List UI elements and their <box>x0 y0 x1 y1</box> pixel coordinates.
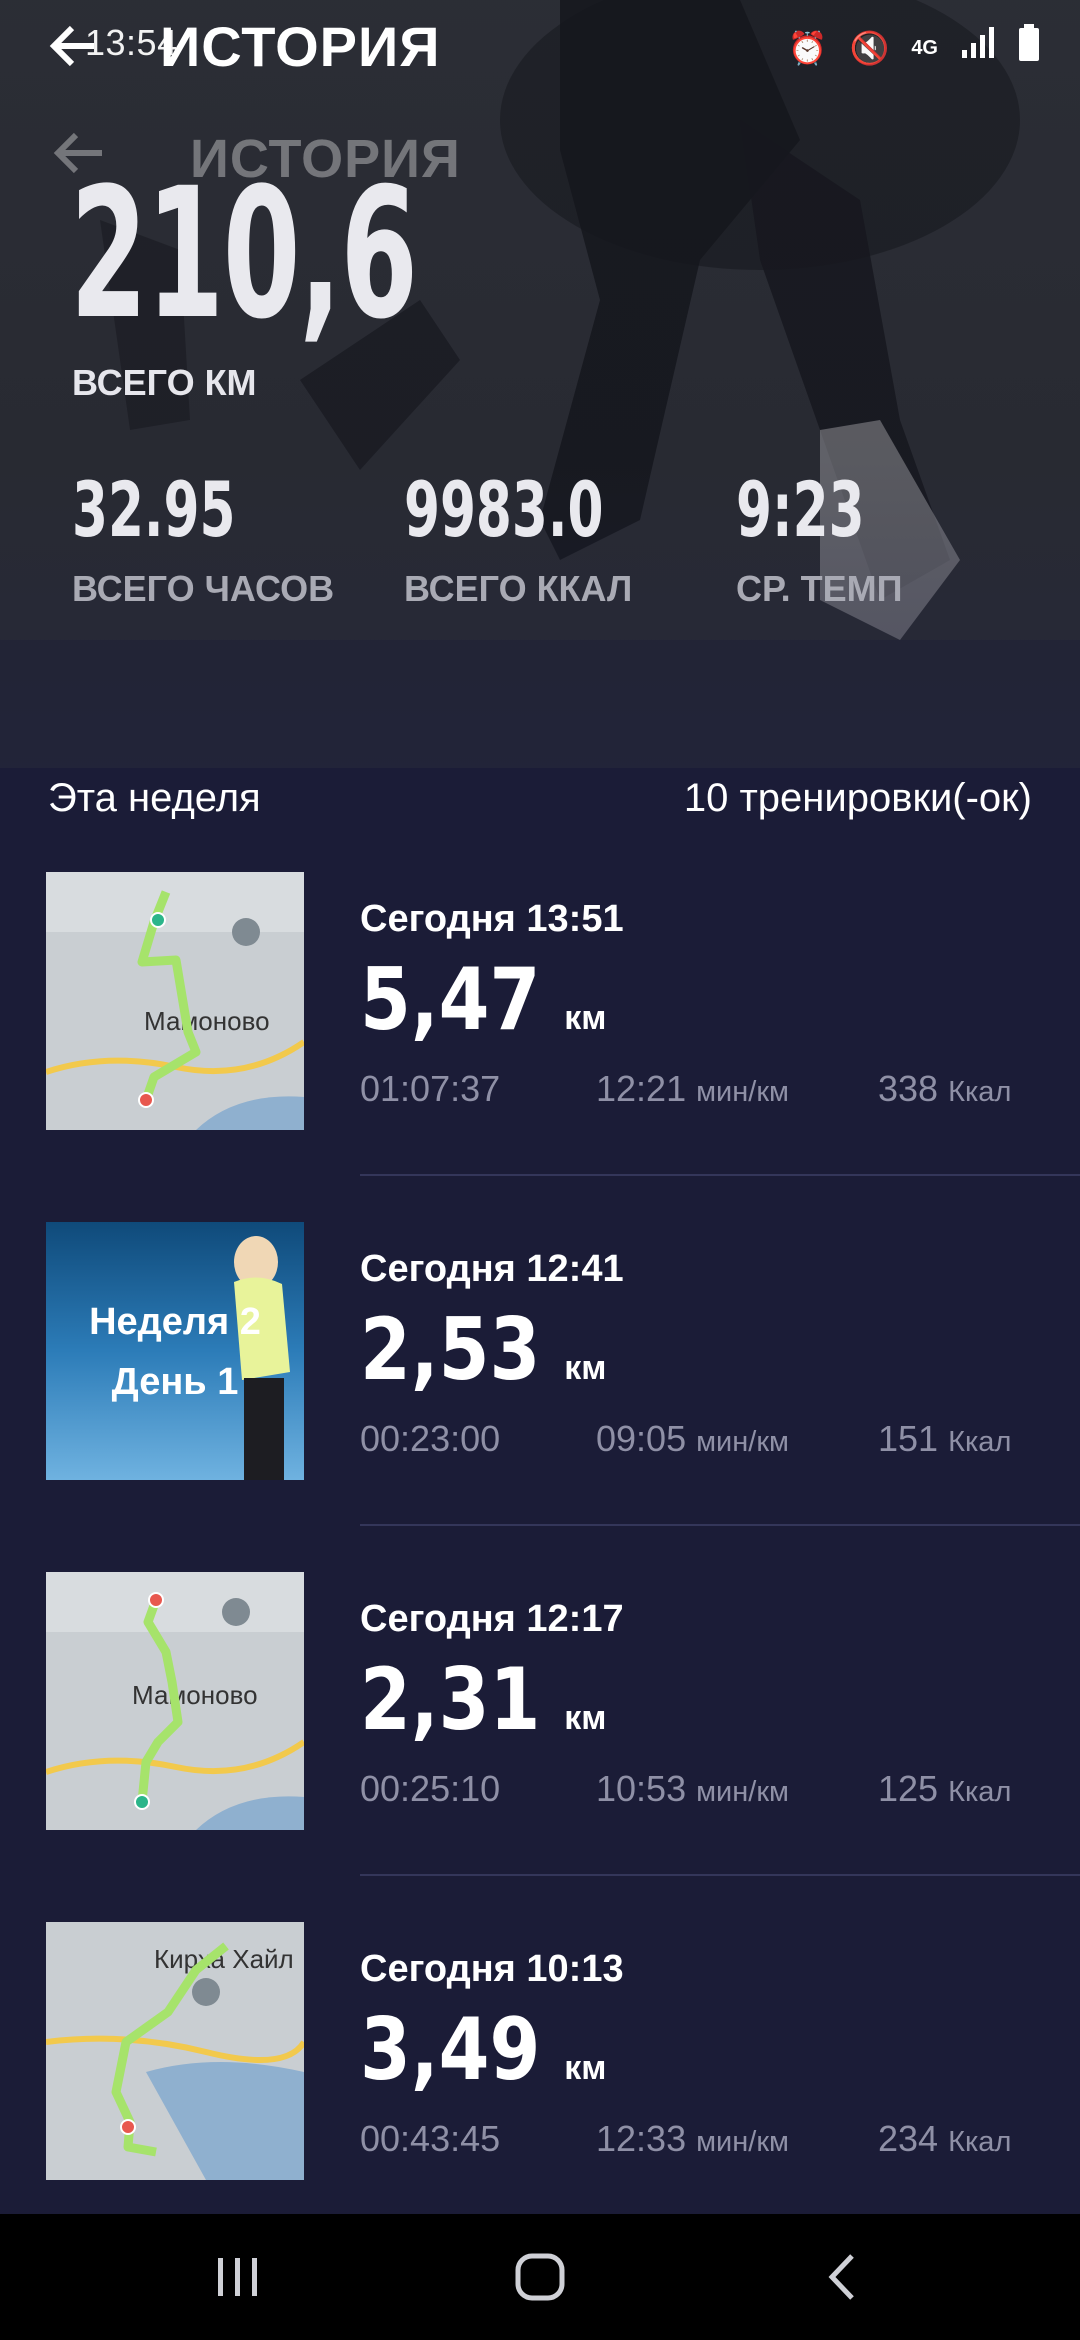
stat-value: 9983.0 <box>404 465 604 554</box>
workout-pace: 10:53 мин/км <box>596 1768 789 1810</box>
divider <box>360 1174 1080 1176</box>
pace-unit: мин/км <box>696 1426 789 1458</box>
plan-day: День 1 <box>111 1361 239 1403</box>
hero-banner: 13:54 ⏰ 🔇 4G ИСТОРИЯ ИСТОРИЯ 210,6 ВСЕГО… <box>0 0 1080 768</box>
calories-unit: Ккал <box>948 1776 1012 1808</box>
calories-unit: Ккал <box>948 1076 1012 1108</box>
4g-icon: 4G <box>911 36 938 59</box>
recent-apps-button[interactable] <box>198 2244 278 2310</box>
workout-date: Сегодня 12:41 <box>360 1248 624 1290</box>
workout-calories: 234 Ккал <box>878 2118 1011 2160</box>
calories-unit: Ккал <box>948 1426 1012 1458</box>
stat-label: ВСЕГО ККАЛ <box>404 568 633 609</box>
workout-distance: 2,31 км <box>360 1650 606 1750</box>
week-section-header: Эта неделя 10 тренировки(-ок) <box>0 768 1080 838</box>
distance-value: 2,31 <box>360 1650 541 1750</box>
plan-week: Неделя 2 <box>89 1301 261 1343</box>
alarm-icon: ⏰ <box>787 29 828 66</box>
workout-duration: 00:25:10 <box>360 1768 501 1809</box>
workout-date: Сегодня 12:17 <box>360 1598 624 1640</box>
distance-value: 5,47 <box>360 950 541 1050</box>
calories-value: 338 <box>878 1068 939 1109</box>
calories-value: 234 <box>878 2118 939 2159</box>
workout-calories: 151 Ккал <box>878 1418 1011 1460</box>
workout-date: Сегодня 10:13 <box>360 1948 624 1990</box>
workout-distance: 3,49 км <box>360 2000 606 2100</box>
battery-icon <box>1018 24 1040 71</box>
workout-count: 10 тренировки(-ок) <box>683 776 1032 820</box>
workout-date: Сегодня 13:51 <box>360 898 624 940</box>
route-map-thumbnail: Мамоново <box>46 872 304 1130</box>
pace-value: 10:53 <box>596 1768 687 1809</box>
calories-value: 125 <box>878 1768 939 1809</box>
workout-pace: 12:21 мин/км <box>596 1068 789 1110</box>
distance-value: 3,49 <box>360 2000 541 2100</box>
page-title: ИСТОРИЯ <box>160 15 441 78</box>
map-place-label: Мамоново <box>144 1006 270 1036</box>
week-title: Эта неделя <box>48 776 261 820</box>
workout-stats: 00:43:45 12:33 мин/км 234 Ккал <box>360 2118 1040 2168</box>
status-icons: ⏰ 🔇 4G <box>788 24 1040 71</box>
arrow-left-icon <box>49 25 94 67</box>
workout-pace: 09:05 мин/км <box>596 1418 789 1460</box>
workout-item[interactable]: Мамоново Сегодня 13:51 5,47 км 01:07:37 … <box>0 840 1080 1190</box>
pace-unit: мин/км <box>696 1076 789 1108</box>
calories-unit: Ккал <box>948 2126 1012 2158</box>
workout-item[interactable]: Мамоново Сегодня 12:17 2,31 км 00:25:10 … <box>0 1540 1080 1890</box>
workout-stats: 00:25:10 10:53 мин/км 125 Ккал <box>360 1768 1040 1818</box>
workout-calories: 125 Ккал <box>878 1768 1011 1810</box>
mute-icon: 🔇 <box>849 29 890 66</box>
stat-total-hours: 32.95 ВСЕГО ЧАСОВ <box>72 470 334 610</box>
pace-value: 09:05 <box>596 1418 687 1459</box>
distance-unit: км <box>564 1699 607 1737</box>
pace-value: 12:33 <box>596 2118 687 2159</box>
workout-distance: 2,53 км <box>360 1300 606 1400</box>
workout-stats: 01:07:37 12:21 мин/км 338 Ккал <box>360 1068 1040 1118</box>
home-button[interactable] <box>500 2244 580 2310</box>
workout-stats: 00:23:00 09:05 мин/км 151 Ккал <box>360 1418 1040 1468</box>
workout-calories: 338 Ккал <box>878 1068 1011 1110</box>
pace-unit: мин/км <box>696 1776 789 1808</box>
training-plan-label: Неделя 2 День 1 <box>46 1292 304 1412</box>
distance-unit: км <box>564 1349 607 1387</box>
workout-duration: 00:43:45 <box>360 2118 501 2159</box>
distance-unit: км <box>564 2049 607 2087</box>
workout-item[interactable]: Неделя 2 День 1 Сегодня 12:41 2,53 км 00… <box>0 1190 1080 1540</box>
stat-total-kcal: 9983.0 ВСЕГО ККАЛ <box>404 470 697 610</box>
map-place-label: Мамоново <box>132 1680 258 1710</box>
stat-value: 32.95 <box>72 465 236 554</box>
system-navigation-bar <box>0 2214 1080 2340</box>
system-back-button[interactable] <box>802 2244 882 2310</box>
workout-pace: 12:33 мин/км <box>596 2118 789 2160</box>
stat-avg-pace: 9:23 СР. ТЕМП <box>736 470 925 610</box>
distance-value: 2,53 <box>360 1300 541 1400</box>
pace-value: 12:21 <box>596 1068 687 1109</box>
distance-unit: км <box>564 999 607 1037</box>
back-button[interactable] <box>48 18 98 74</box>
total-km-value: 210,6 <box>70 150 418 359</box>
workout-distance: 5,47 км <box>360 950 606 1050</box>
home-icon <box>515 2253 565 2301</box>
training-plan-thumbnail: Неделя 2 День 1 <box>46 1222 304 1480</box>
total-km-label: ВСЕГО КМ <box>72 362 257 403</box>
stat-value: 9:23 <box>736 465 865 554</box>
stat-label: ВСЕГО ЧАСОВ <box>72 568 335 609</box>
stat-label: СР. ТЕМП <box>736 568 903 609</box>
divider <box>360 1524 1080 1526</box>
route-map-thumbnail: Мамоново <box>46 1572 304 1830</box>
workout-duration: 01:07:37 <box>360 1068 501 1109</box>
recent-apps-icon <box>218 2258 257 2296</box>
route-map-thumbnail: Кирха Хайл <box>46 1922 304 2180</box>
pace-unit: мин/км <box>696 2126 789 2158</box>
divider <box>360 1874 1080 1876</box>
workout-duration: 00:23:00 <box>360 1418 501 1459</box>
workout-item[interactable]: Кирха Хайл Сегодня 10:13 3,49 км 00:43:4… <box>0 1890 1080 2240</box>
calories-value: 151 <box>878 1418 939 1459</box>
signal-icon <box>960 26 996 69</box>
chevron-left-icon <box>828 2254 854 2300</box>
